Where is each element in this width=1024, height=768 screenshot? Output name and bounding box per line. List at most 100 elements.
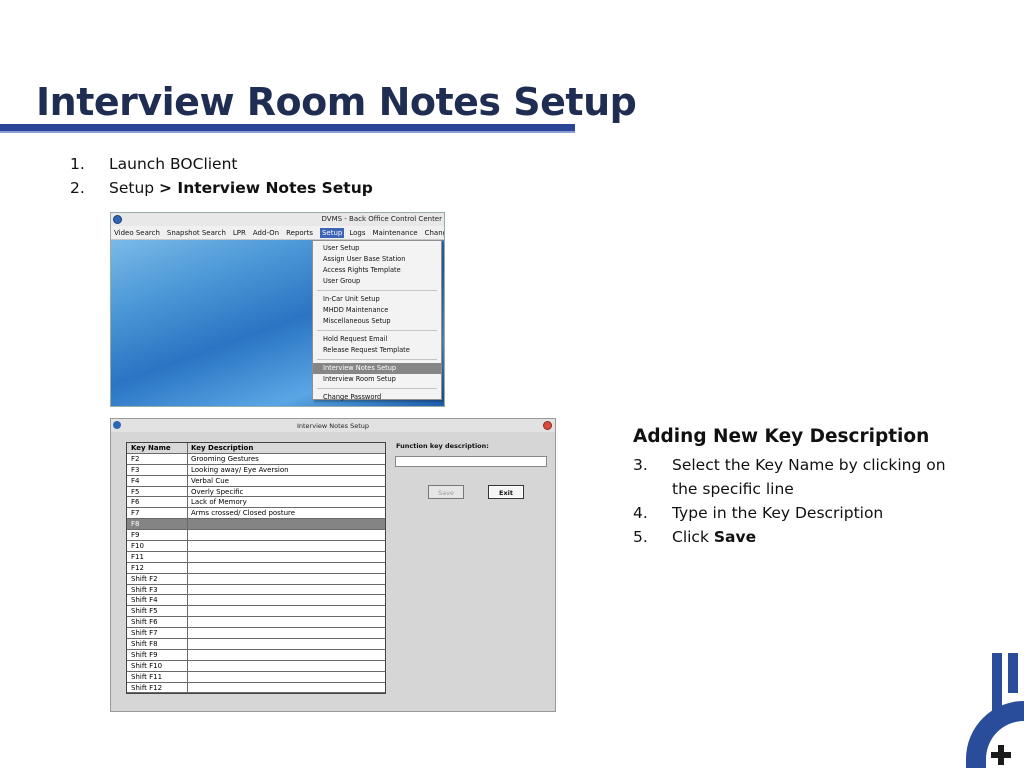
key-description-cell[interactable]: Verbal Cue [188,476,385,486]
key-description-cell[interactable] [188,672,385,682]
key-name-cell[interactable]: F8 [127,519,188,530]
menu-snapshot-search[interactable]: Snapshot Search [167,229,226,237]
key-name-cell[interactable]: Shift F6 [127,617,188,628]
key-name-cell[interactable]: Shift F3 [127,584,188,595]
key-description-cell[interactable]: Grooming Gestures [188,454,385,464]
key-description-cell[interactable] [188,552,385,562]
step-number: 2. [70,179,85,197]
menu-logs[interactable]: Logs [349,229,365,237]
key-name-cell[interactable]: F3 [127,464,188,475]
table-row[interactable]: Shift F6 [127,617,385,629]
key-description-cell[interactable] [188,639,385,649]
key-description-cell[interactable] [188,541,385,551]
key-name-cell[interactable]: F6 [127,497,188,508]
key-name-cell[interactable]: Shift F2 [127,573,188,584]
menu-item-interview-notes-setup[interactable]: Interview Notes Setup [313,363,441,374]
function-key-description-input[interactable] [395,456,547,467]
key-description-cell[interactable] [188,606,385,616]
key-description-cell[interactable]: Looking away/ Eye Aversion [188,465,385,475]
column-header-key-name[interactable]: Key Name [127,443,188,453]
key-name-cell[interactable]: Shift F8 [127,639,188,649]
key-name-cell[interactable]: F10 [127,541,188,551]
menu-item-user-setup[interactable]: User Setup [313,243,441,254]
menu-change-se[interactable]: Change Se [425,229,444,237]
menu-item-assign-user-base-station[interactable]: Assign User Base Station [313,254,441,265]
menu-item-user-group[interactable]: User Group [313,276,441,287]
menu-item-hold-request-email[interactable]: Hold Request Email [313,334,441,345]
table-row[interactable]: Shift F7 [127,628,385,640]
menu-maintenance[interactable]: Maintenance [373,229,418,237]
table-row[interactable]: Shift F4 [127,595,385,607]
key-name-cell[interactable]: Shift F9 [127,649,188,660]
step-item: 2. Setup > Interview Notes Setup [70,176,373,200]
table-row[interactable]: F12 [127,562,385,574]
key-name-cell[interactable]: Shift F10 [127,660,188,671]
menu-reports[interactable]: Reports [286,229,313,237]
key-description-cell[interactable] [188,628,385,638]
menu-item-access-rights-template[interactable]: Access Rights Template [313,265,441,276]
key-name-cell[interactable]: Shift F5 [127,606,188,617]
key-name-cell[interactable]: Shift F11 [127,671,188,682]
table-row[interactable]: Shift F2 [127,573,385,585]
key-description-cell[interactable]: Lack of Memory [188,497,385,507]
key-name-cell[interactable]: F2 [127,453,188,464]
setup-dropdown-menu: User Setup Assign User Base Station Access… [312,240,442,403]
key-description-cell[interactable] [188,530,385,540]
column-header-key-description[interactable]: Key Description [188,443,385,453]
menu-add-on[interactable]: Add-On [253,229,279,237]
key-description-cell[interactable] [188,617,385,627]
table-row[interactable]: Shift F12 [127,682,385,694]
table-row[interactable]: F2 Grooming Gestures [127,453,385,465]
key-description-cell[interactable] [188,585,385,595]
menu-item-release-request-template[interactable]: Release Request Template [313,345,441,356]
key-description-cell[interactable] [188,661,385,671]
table-row[interactable]: Shift F5 [127,606,385,618]
table-row[interactable]: F8 [127,519,385,531]
key-name-cell[interactable]: F11 [127,551,188,562]
save-button[interactable]: Save [428,485,464,499]
menu-item-interview-room-setup[interactable]: Interview Room Setup [313,374,441,385]
step-text: Launch BOClient [109,155,238,173]
menu-video-search[interactable]: Video Search [114,229,160,237]
menu-item-mhdd-maintenance[interactable]: MHDD Maintenance [313,305,441,316]
key-name-cell[interactable]: F7 [127,508,188,519]
key-name-cell[interactable]: F9 [127,530,188,541]
table-row[interactable]: F6 Lack of Memory [127,497,385,509]
table-row[interactable]: F9 [127,530,385,542]
table-row[interactable]: Shift F9 [127,649,385,661]
menu-item-miscellaneous-setup[interactable]: Miscellaneous Setup [313,316,441,327]
key-description-cell[interactable] [188,563,385,573]
key-name-cell[interactable]: F12 [127,562,188,573]
key-name-cell[interactable]: Shift F7 [127,628,188,639]
table-row[interactable]: F7 Arms crossed/ Closed posture [127,508,385,520]
table-row[interactable]: Shift F11 [127,671,385,683]
step-number: 3. [633,456,648,474]
menu-item-change-password[interactable]: Change Password [313,392,441,403]
table-row[interactable]: F10 [127,541,385,552]
exit-button[interactable]: Exit [488,485,524,499]
key-description-cell[interactable] [188,650,385,660]
table-row[interactable]: Shift F8 [127,639,385,650]
menu-item-in-car-unit-setup[interactable]: In-Car Unit Setup [313,294,441,305]
step-number: 5. [633,528,648,546]
key-name-cell[interactable]: Shift F12 [127,682,188,693]
key-description-cell[interactable]: Overly Specific [188,487,385,497]
key-description-cell[interactable] [188,574,385,584]
key-description-cell[interactable] [188,519,385,529]
key-name-cell[interactable]: Shift F4 [127,595,188,606]
table-row[interactable]: Shift F3 [127,584,385,596]
menu-setup[interactable]: Setup [319,227,345,238]
close-icon[interactable] [543,421,552,430]
key-name-cell[interactable]: F5 [127,486,188,497]
key-description-cell[interactable]: Arms crossed/ Closed posture [188,508,385,518]
key-description-cell[interactable] [188,683,385,693]
table-row[interactable]: Shift F10 [127,660,385,672]
menu-lpr[interactable]: LPR [233,229,246,237]
table-row[interactable]: F3 Looking away/ Eye Aversion [127,464,385,476]
key-description-cell[interactable] [188,595,385,605]
menu-separator [317,359,437,360]
table-row[interactable]: F4 Verbal Cue [127,475,385,487]
key-name-cell[interactable]: F4 [127,475,188,486]
table-row[interactable]: F11 [127,551,385,563]
table-row[interactable]: F5 Overly Specific [127,486,385,498]
